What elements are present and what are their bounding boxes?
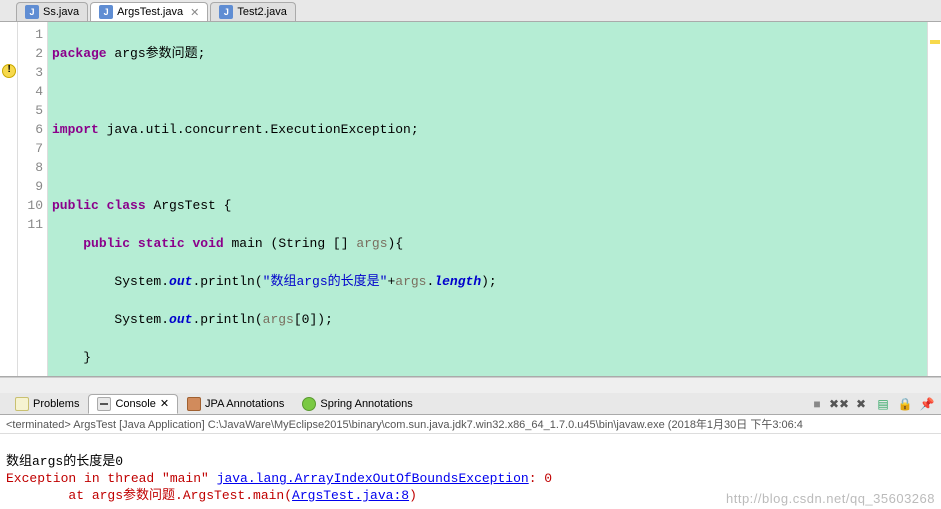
code-editor[interactable]: package args参数问题; import java.util.concu… (48, 22, 927, 376)
watermark-text: http://blog.csdn.net/qq_35603268 (726, 490, 935, 507)
remove-launch-icon[interactable]: ✖ (853, 396, 869, 412)
tab-label: Ss.java (43, 6, 79, 18)
warning-overview-mark[interactable] (930, 40, 940, 44)
scroll-lock-icon[interactable]: 🔒 (897, 396, 913, 412)
panel-tab-console[interactable]: Console ✕ (88, 394, 178, 414)
tab-test2-java[interactable]: J Test2.java (210, 2, 296, 21)
java-file-icon: J (25, 5, 39, 19)
remove-all-icon[interactable]: ✖✖ (831, 396, 847, 412)
tab-label: Test2.java (237, 6, 287, 18)
console-status: <terminated> ArgsTest [Java Application]… (0, 415, 941, 434)
problems-icon (15, 397, 29, 411)
console-toolbar: ■ ✖✖ ✖ ▤ 🔒 📌 (809, 396, 941, 412)
panel-tab-problems[interactable]: Problems (6, 394, 88, 414)
bottom-panel: Problems Console ✕ JPA Annotations Sprin… (0, 393, 941, 509)
pin-console-icon[interactable]: 📌 (919, 396, 935, 412)
stacktrace-link[interactable]: ArgsTest.java:8 (292, 488, 409, 503)
close-icon[interactable]: ✕ (190, 6, 199, 19)
java-file-icon: J (99, 5, 113, 19)
panel-tab-jpa-annotations[interactable]: JPA Annotations (178, 394, 293, 414)
close-icon[interactable]: ✕ (160, 397, 169, 410)
console-output[interactable]: 数组args的长度是0 Exception in thread "main" j… (0, 434, 941, 509)
tab-ss-java[interactable]: J Ss.java (16, 2, 88, 21)
console-line: at args参数问题.ArgsTest.main(ArgsTest.java:… (6, 488, 417, 503)
warning-marker-icon[interactable] (2, 64, 16, 78)
panel-tab-spring-annotations[interactable]: Spring Annotations (293, 394, 421, 414)
overview-ruler[interactable] (927, 22, 941, 376)
jpa-icon (187, 397, 201, 411)
editor-tab-bar: J Ss.java J ArgsTest.java ✕ J Test2.java (0, 0, 941, 22)
panel-tab-bar: Problems Console ✕ JPA Annotations Sprin… (0, 393, 941, 415)
line-number-gutter: 1 2 3 4 5 6 7 8 9 10 11 (18, 22, 48, 376)
tab-argstest-java[interactable]: J ArgsTest.java ✕ (90, 2, 208, 21)
console-line: 数组args的长度是0 (6, 454, 123, 469)
exception-link[interactable]: java.lang.ArrayIndexOutOfBoundsException (217, 471, 529, 486)
horizontal-scrollbar[interactable] (0, 377, 941, 393)
java-file-icon: J (219, 5, 233, 19)
marker-column (0, 22, 18, 376)
console-line: Exception in thread "main" java.lang.Arr… (6, 471, 552, 486)
tab-label: ArgsTest.java (117, 6, 183, 18)
stop-icon[interactable]: ■ (809, 396, 825, 412)
clear-console-icon[interactable]: ▤ (875, 396, 891, 412)
console-icon (97, 397, 111, 411)
editor-area: 1 2 3 4 5 6 7 8 9 10 11 package args参数问题… (0, 22, 941, 377)
spring-icon (302, 397, 316, 411)
